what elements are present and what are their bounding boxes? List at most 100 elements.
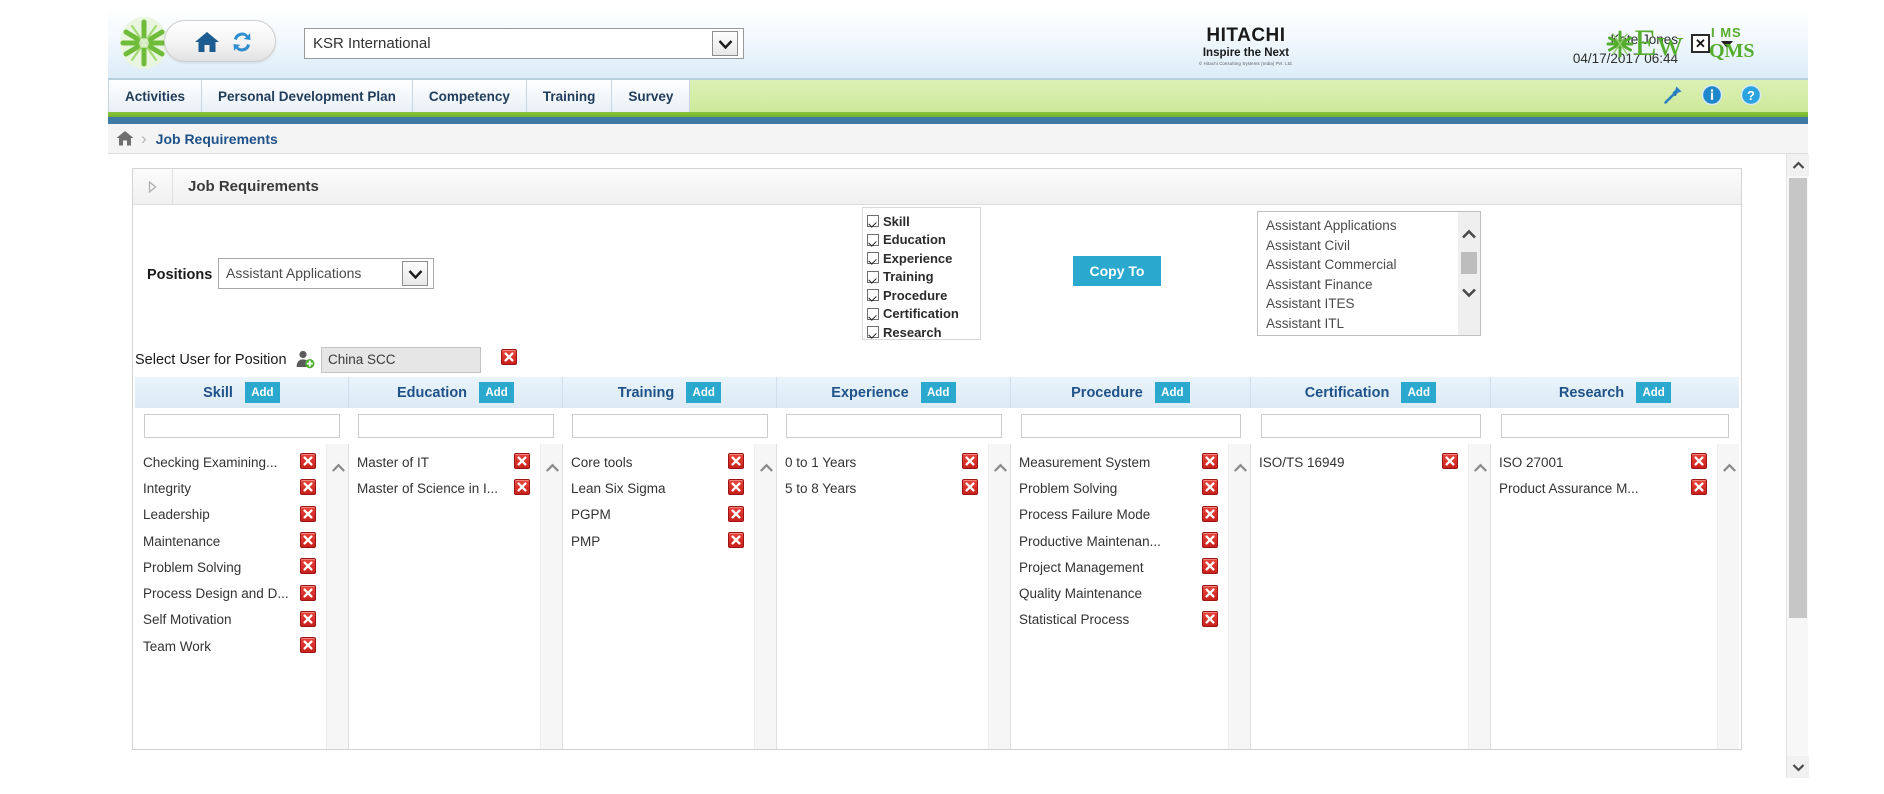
add-research-button[interactable]: Add [1636,382,1672,403]
delete-x-icon[interactable] [1202,453,1218,470]
delete-x-icon[interactable] [300,479,316,496]
delete-item-button[interactable] [1202,558,1218,576]
delete-x-icon[interactable] [1202,584,1218,601]
delete-x-icon[interactable] [1691,453,1707,470]
research-column-scrollbar[interactable] [1717,444,1739,749]
delete-x-icon[interactable] [1691,479,1707,496]
filter-input-education[interactable] [357,414,555,438]
delete-x-icon[interactable] [300,558,316,575]
certification-column-scrollbar[interactable] [1468,444,1490,749]
delete-x-icon[interactable] [300,505,316,522]
panel-expand-triangle-icon[interactable] [133,169,173,204]
procedure-column-scrollbar[interactable] [1228,444,1250,749]
delete-item-button[interactable] [300,584,316,603]
list-item[interactable]: Project Management [1019,554,1228,580]
list-item[interactable]: PMP [571,528,754,554]
delete-x-icon[interactable] [514,453,530,470]
list-item[interactable]: Measurement System [1019,449,1228,475]
delete-x-icon[interactable] [728,505,744,522]
list-item[interactable]: ISO/TS 16949 [1259,449,1468,475]
checkbox-experience[interactable] [867,252,879,264]
list-item[interactable]: Integrity [143,475,326,501]
delete-item-button[interactable] [962,453,978,471]
training-column-scrollbar[interactable] [754,444,776,749]
list-item[interactable]: Product Assurance M... [1499,475,1717,501]
delete-x-icon[interactable] [501,349,517,365]
add-user-icon[interactable] [295,349,315,369]
delete-item-button[interactable] [300,505,316,524]
list-item[interactable]: Productive Maintenan... [1019,528,1228,554]
list-item[interactable]: Leadership [143,502,326,528]
checkbox-skill[interactable] [867,215,879,227]
scroll-up-chevron-icon[interactable] [327,458,349,478]
filter-input-certification[interactable] [1260,414,1482,438]
checkbox-row-education[interactable]: Education [867,231,977,249]
organization-select[interactable]: KSR International [304,28,744,59]
delete-x-icon[interactable] [300,610,316,627]
delete-item-button[interactable] [728,505,744,524]
list-item[interactable]: Checking Examining... [143,449,326,475]
list-item[interactable]: Lean Six Sigma [571,475,754,501]
filter-input-skill[interactable] [143,414,341,438]
filter-input-research[interactable] [1500,414,1730,438]
delete-item-button[interactable] [514,453,530,471]
list-item[interactable]: Core tools [571,449,754,475]
positions-select-chevron-down-icon[interactable] [402,261,428,286]
checkbox-procedure[interactable] [867,289,879,301]
delete-x-icon[interactable] [728,479,744,496]
list-item[interactable]: Quality Maintenance [1019,580,1228,606]
breadcrumb-home-icon[interactable] [116,130,134,147]
list-item[interactable]: Maintenance [143,528,326,554]
tab-training[interactable]: Training [526,80,613,112]
delete-x-icon[interactable] [1202,532,1218,549]
list-item[interactable]: Statistical Process [1019,607,1228,633]
add-education-button[interactable]: Add [479,382,515,403]
scroll-down-chevron-icon[interactable] [1458,282,1480,302]
scroll-down-chevron-icon[interactable] [1787,756,1809,778]
scroll-thumb[interactable] [1461,252,1477,274]
list-item[interactable]: 5 to 8 Years [785,475,988,501]
checkbox-row-certification[interactable]: Certification [867,305,977,323]
list-item[interactable]: Assistant Commercial [1266,255,1458,275]
add-procedure-button[interactable]: Add [1154,382,1190,403]
checkbox-row-training[interactable]: Training [867,268,977,286]
delete-item-button[interactable] [1202,479,1218,497]
list-item[interactable]: Process Failure Mode [1019,502,1228,528]
checkbox-research[interactable] [867,326,879,338]
checkbox-training[interactable] [867,270,879,283]
delete-x-icon[interactable] [1202,558,1218,575]
delete-item-button[interactable] [514,479,530,497]
info-icon[interactable] [1701,84,1723,111]
list-item[interactable]: Assistant ITES [1266,294,1458,314]
delete-x-icon[interactable] [1202,479,1218,496]
experience-column-scrollbar[interactable] [988,444,1010,749]
refresh-icon[interactable] [230,30,254,54]
delete-x-icon[interactable] [1202,610,1218,627]
checkbox-education[interactable] [867,233,879,246]
select-user-field[interactable]: China SCC [321,347,481,373]
delete-x-icon[interactable] [300,532,316,549]
list-item[interactable]: Assistant Civil [1266,236,1458,256]
help-icon[interactable]: ? [1740,84,1762,111]
delete-x-icon[interactable] [962,479,978,496]
page-vertical-scrollbar[interactable] [1786,154,1809,778]
scroll-up-chevron-icon[interactable] [541,458,563,478]
checkbox-row-skill[interactable]: Skill [867,212,977,230]
delete-x-icon[interactable] [1202,505,1218,522]
delete-item-button[interactable] [300,558,316,576]
remove-user-button[interactable] [501,349,517,367]
delete-item-button[interactable] [300,610,316,629]
list-item[interactable]: 0 to 1 Years [785,449,988,475]
organization-select-chevron-down-icon[interactable] [712,31,738,56]
list-item[interactable]: Master of Science in I... [357,475,540,501]
delete-x-icon[interactable] [300,637,316,654]
checkbox-row-research[interactable]: Research [867,323,977,341]
delete-item-button[interactable] [1202,505,1218,524]
home-icon[interactable] [194,30,220,54]
delete-x-icon[interactable] [300,584,316,601]
add-certification-button[interactable]: Add [1401,382,1437,403]
list-item[interactable]: Self Motivation [143,607,326,633]
delete-item-button[interactable] [1691,453,1707,471]
delete-item-button[interactable] [300,637,316,655]
scroll-up-chevron-icon[interactable] [1718,458,1740,478]
